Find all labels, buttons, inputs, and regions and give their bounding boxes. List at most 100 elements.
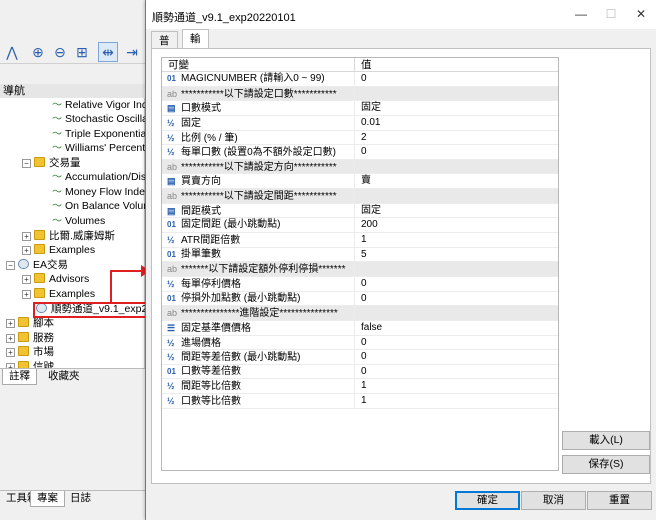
tree-item[interactable]: 〜 Accumulation/Dist	[52, 170, 149, 184]
tree-item[interactable]: 〜 Relative Vigor Inde	[52, 98, 154, 112]
parameter-row[interactable]: 01 固定間距 (最小跳動點) 200	[162, 218, 558, 234]
parameter-row[interactable]: ▤ 買賣方向 賣	[162, 174, 558, 190]
tab-journal[interactable]: 日誌	[64, 491, 97, 507]
expand-icon[interactable]: +	[6, 319, 15, 328]
load-button[interactable]: 載入(L)	[562, 431, 650, 450]
parameter-value[interactable]: 0	[355, 350, 367, 364]
parameter-value[interactable]: 1	[355, 379, 367, 393]
chart-shift-icon[interactable]: ⇥	[122, 42, 142, 62]
parameter-row[interactable]: ½ 每單停利價格 0	[162, 276, 558, 292]
expert-properties-dialog: 順勢通道_v9.1_exp20220101 — ☐ ✕ 普通 輸入 可變 值 0…	[145, 0, 656, 520]
save-button[interactable]: 保存(S)	[562, 455, 650, 474]
parameter-value[interactable]: 0	[355, 336, 367, 350]
parameter-row[interactable]: ab ***********以下請設定方向***********	[162, 159, 558, 175]
parameter-label: 比例 (% / 筆)	[181, 132, 238, 144]
indicator-icon[interactable]: ⋀	[2, 42, 22, 62]
cancel-button[interactable]: 取消	[521, 491, 586, 510]
parameter-value[interactable]: 0	[355, 277, 367, 291]
parameter-row[interactable]: ▤ 間距模式 固定	[162, 203, 558, 219]
expand-icon[interactable]: +	[22, 246, 31, 255]
parameter-row[interactable]: ab ***********以下請設定間距***********	[162, 189, 558, 204]
expand-icon[interactable]: +	[22, 275, 31, 284]
parameter-row[interactable]: 01 掛單筆數 5	[162, 247, 558, 263]
parameter-value[interactable]	[355, 189, 361, 203]
parameter-row[interactable]: ½ 口數等比倍數 1	[162, 394, 558, 409]
parameter-row[interactable]: ½ 間距等差倍數 (最小跳動點) 0	[162, 350, 558, 365]
parameter-value[interactable]: 200	[355, 218, 378, 232]
parameter-value[interactable]: 賣	[355, 174, 371, 188]
expand-icon[interactable]: −	[22, 159, 31, 168]
parameter-row[interactable]: ½ 間距等比倍數 1	[162, 379, 558, 395]
minimize-icon[interactable]: —	[566, 3, 596, 25]
parameter-row[interactable]: ab ***************進階設定***************	[162, 306, 558, 321]
tree-item[interactable]: 〜 Money Flow Index	[52, 185, 150, 199]
tree-item[interactable]: 〜 Volumes	[52, 214, 105, 228]
parameter-row[interactable]: ab *******以下請設定額外停利停損*******	[162, 262, 558, 277]
annotation-highlight-box	[33, 302, 149, 318]
parameter-value[interactable]: 固定	[355, 101, 381, 115]
zoom-out-icon[interactable]: ⊖	[50, 42, 70, 62]
parameter-value[interactable]: 0	[355, 145, 367, 159]
dialog-titlebar: 順勢通道_v9.1_exp20220101 — ☐ ✕	[146, 0, 656, 29]
tree-item[interactable]: + Examples	[22, 287, 95, 301]
parameter-value[interactable]	[355, 306, 361, 320]
tab-favorites[interactable]: 收藏夾	[42, 369, 86, 385]
parameter-value[interactable]: 固定	[355, 204, 381, 218]
tab-common[interactable]: 普通	[151, 31, 178, 65]
parameter-value[interactable]: 5	[355, 248, 367, 262]
parameter-value[interactable]: 0	[355, 72, 367, 86]
parameter-value[interactable]: 1	[355, 233, 367, 247]
parameter-value[interactable]: false	[355, 321, 382, 335]
tree-item[interactable]: + 腳本	[6, 316, 54, 330]
expand-icon[interactable]: +	[22, 290, 31, 299]
expand-icon[interactable]: +	[6, 334, 15, 343]
autoscroll-icon[interactable]: ⇹	[98, 42, 118, 62]
parameter-value[interactable]: 1	[355, 394, 367, 408]
tab-comments[interactable]: 註釋	[2, 369, 37, 385]
parameter-value[interactable]: 0	[355, 292, 367, 306]
tree-item[interactable]: + 市場	[6, 345, 54, 359]
tree-item[interactable]: + 比爾.威廉姆斯	[22, 229, 115, 243]
column-variable[interactable]: 可變	[162, 58, 355, 71]
parameter-value[interactable]: 0	[355, 365, 367, 379]
tree-item[interactable]: 〜 Williams' Percent F	[52, 141, 155, 155]
parameter-row[interactable]: ½ 每單口數 (設置0為不額外設定口數) 0	[162, 145, 558, 160]
tree-item[interactable]: 〜 On Balance Volum	[52, 199, 152, 213]
parameter-value[interactable]: 0.01	[355, 116, 380, 130]
tree-item[interactable]: − EA交易	[6, 258, 68, 272]
grid-icon[interactable]: ⊞	[72, 42, 92, 62]
tree-item[interactable]: 〜 Triple Exponential	[52, 127, 149, 141]
indicator-icon: 〜	[52, 187, 62, 198]
tree-item[interactable]: + 服務	[6, 331, 54, 345]
tree-item[interactable]: + Examples	[22, 243, 95, 257]
parameter-row[interactable]: ½ 比例 (% / 筆) 2	[162, 130, 558, 146]
parameter-value[interactable]	[355, 87, 361, 101]
parameter-value[interactable]: 2	[355, 131, 367, 145]
parameter-value[interactable]	[355, 262, 361, 276]
parameter-row[interactable]: ½ ATR間距倍數 1	[162, 233, 558, 248]
expand-icon[interactable]: −	[6, 261, 15, 270]
param-type-enum-icon: ▤	[167, 205, 176, 216]
zoom-in-icon[interactable]: ⊕	[28, 42, 48, 62]
tree-item[interactable]: 〜 Stochastic Oscillato	[52, 112, 157, 126]
tab-projects[interactable]: 專案	[30, 491, 65, 507]
tab-inputs[interactable]: 輸入	[182, 29, 209, 63]
ok-button[interactable]: 確定	[455, 491, 520, 510]
parameter-row[interactable]: ab ***********以下請設定口數***********	[162, 86, 558, 102]
column-value[interactable]: 值	[355, 58, 372, 71]
parameter-row[interactable]: ½ 進場價格 0	[162, 335, 558, 351]
parameter-row[interactable]: ▤ 口數模式 固定	[162, 101, 558, 116]
tree-item[interactable]: − 交易量	[22, 156, 81, 170]
maximize-icon[interactable]: ☐	[596, 3, 626, 25]
reset-button[interactable]: 重置	[587, 491, 652, 510]
tree-item[interactable]: + Advisors	[22, 272, 89, 286]
parameter-row[interactable]: 01 MAGICNUMBER (請輸入0 ~ 99) 0	[162, 72, 558, 87]
expand-icon[interactable]: +	[22, 232, 31, 241]
parameter-row[interactable]: ☰ 固定基準價價格 false	[162, 320, 558, 336]
parameter-row[interactable]: 01 口數等差倍數 0	[162, 364, 558, 380]
parameter-row[interactable]: ½ 固定 0.01	[162, 115, 558, 131]
parameter-value[interactable]	[355, 160, 361, 174]
expand-icon[interactable]: +	[6, 348, 15, 357]
parameter-row[interactable]: 01 停損外加點數 (最小跳動點) 0	[162, 291, 558, 307]
close-icon[interactable]: ✕	[626, 3, 656, 25]
